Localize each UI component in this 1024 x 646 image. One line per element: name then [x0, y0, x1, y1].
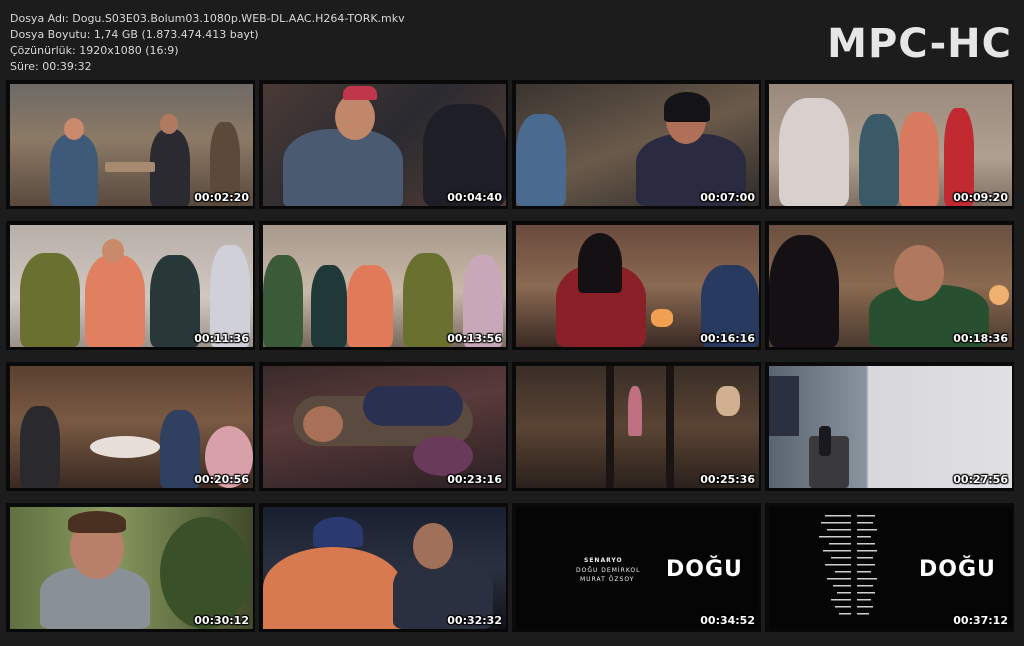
- thumbnail-image: [769, 366, 1012, 488]
- thumbnail-grid: 00:02:20 00:04:40 00:07:00 00:09:20 00:1…: [6, 80, 1020, 632]
- thumbnail: 00:13:56: [259, 221, 508, 350]
- thumbnail: 00:32:32: [259, 503, 508, 632]
- thumbnail: 00:30:12: [6, 503, 255, 632]
- thumbnail: 00:23:16: [259, 362, 508, 491]
- credit-title: DOĞU: [919, 557, 996, 582]
- file-info: Dosya Adı: Dogu.S03E03.Bolum03.1080p.WEB…: [10, 11, 405, 75]
- thumbnail: 00:18:36: [765, 221, 1014, 350]
- thumbnail-image: [263, 507, 506, 629]
- timestamp: 00:04:40: [447, 191, 502, 204]
- timestamp: 00:27:56: [953, 473, 1008, 486]
- thumbnail-image: [516, 366, 759, 488]
- thumbnail: 00:27:56: [765, 362, 1014, 491]
- timestamp: 00:07:00: [700, 191, 755, 204]
- timestamp: 00:20:56: [194, 473, 249, 486]
- timestamp: 00:25:36: [700, 473, 755, 486]
- thumbnail-image: [769, 225, 1012, 347]
- timestamp: 00:34:52: [700, 614, 755, 627]
- timestamp: 00:37:12: [953, 614, 1008, 627]
- file-duration: Süre: 00:39:32: [10, 60, 92, 73]
- thumbnail-image: DOĞU: [769, 507, 1012, 629]
- credit-writer-1: DOĞU DEMİRKOL: [576, 567, 641, 574]
- mpc-hc-logo: MPC-HC: [827, 21, 1012, 67]
- end-credits-list: [819, 515, 877, 615]
- thumbnail-image: [10, 507, 253, 629]
- thumbnail-image: [263, 366, 506, 488]
- thumbnail: 00:04:40: [259, 80, 508, 209]
- thumbnail-image: [10, 225, 253, 347]
- thumbnail: 00:09:20: [765, 80, 1014, 209]
- timestamp: 00:32:32: [447, 614, 502, 627]
- thumbnail: SENARYO DOĞU DEMİRKOL MURAT ÖZSOY DOĞU 0…: [512, 503, 761, 632]
- credit-senaryo-label: SENARYO: [584, 557, 623, 564]
- thumbnail-image: [10, 366, 253, 488]
- thumbnail-image: [516, 225, 759, 347]
- credit-writer-2: MURAT ÖZSOY: [580, 576, 635, 583]
- thumbnail: 00:11:36: [6, 221, 255, 350]
- timestamp: 00:23:16: [447, 473, 502, 486]
- thumbnail-sheet: Dosya Adı: Dogu.S03E03.Bolum03.1080p.WEB…: [0, 0, 1024, 646]
- thumbnail-image: SENARYO DOĞU DEMİRKOL MURAT ÖZSOY DOĞU: [516, 507, 759, 629]
- thumbnail: 00:20:56: [6, 362, 255, 491]
- timestamp: 00:02:20: [194, 191, 249, 204]
- file-resolution: Çözünürlük: 1920x1080 (16:9): [10, 44, 179, 57]
- timestamp: 00:13:56: [447, 332, 502, 345]
- thumbnail-image: [769, 84, 1012, 206]
- timestamp: 00:16:16: [700, 332, 755, 345]
- timestamp: 00:30:12: [194, 614, 249, 627]
- thumbnail: 00:16:16: [512, 221, 761, 350]
- timestamp: 00:18:36: [953, 332, 1008, 345]
- thumbnail: 00:07:00: [512, 80, 761, 209]
- thumbnail-image: [10, 84, 253, 206]
- thumbnail: DOĞU 00:37:12: [765, 503, 1014, 632]
- timestamp: 00:11:36: [194, 332, 249, 345]
- file-size: Dosya Boyutu: 1,74 GB (1.873.474.413 bay…: [10, 28, 259, 41]
- credit-title: DOĞU: [666, 557, 743, 582]
- thumbnail-image: [516, 84, 759, 206]
- thumbnail: 00:02:20: [6, 80, 255, 209]
- file-name: Dosya Adı: Dogu.S03E03.Bolum03.1080p.WEB…: [10, 12, 405, 25]
- timestamp: 00:09:20: [953, 191, 1008, 204]
- thumbnail: 00:25:36: [512, 362, 761, 491]
- thumbnail-image: [263, 84, 506, 206]
- thumbnail-image: [263, 225, 506, 347]
